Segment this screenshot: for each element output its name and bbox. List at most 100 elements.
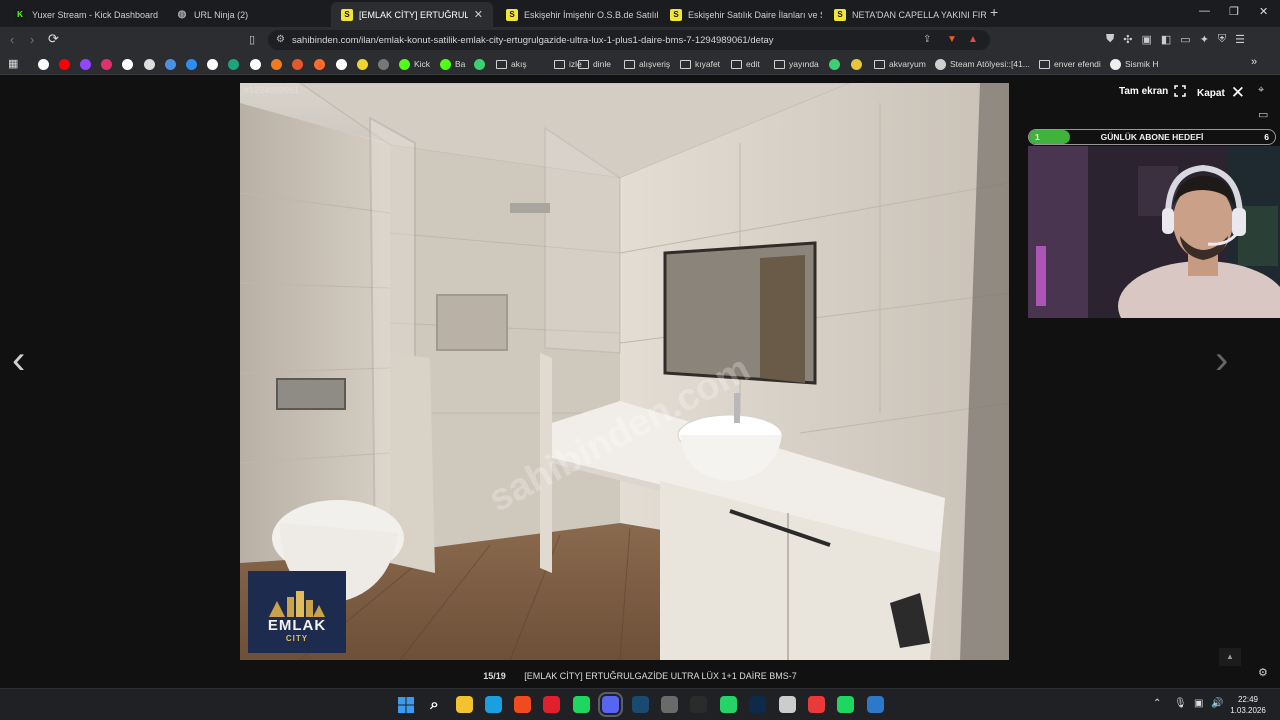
brave-rewards-icon[interactable]: ▲ [968, 34, 978, 45]
shield-icon[interactable]: ⛊ [1106, 33, 1114, 46]
epic-games-icon[interactable] [690, 696, 707, 713]
leo-icon[interactable]: ✦ [1200, 33, 1209, 46]
search-icon[interactable]: ⌕ [426, 696, 443, 713]
bookmark-alışveriş[interactable]: alışveriş [624, 57, 670, 71]
forward-icon[interactable]: › [30, 32, 34, 47]
bookmark-play[interactable] [186, 57, 197, 71]
bookmark-dinle[interactable]: dinle [578, 57, 611, 71]
tray-overflow-icon[interactable]: ⌃ [1153, 698, 1161, 709]
bookmark-sismik-h[interactable]: Sismik H [1110, 57, 1159, 71]
bookmark-q[interactable] [829, 57, 840, 71]
bookmark-label: edit [746, 59, 760, 69]
spotify-alt-icon[interactable] [837, 696, 854, 713]
tab-url-ninja[interactable]: ◍ URL Ninja (2) [166, 2, 328, 27]
listing-photo[interactable]: sahibinden.com EMLAK CITY [240, 83, 1009, 660]
tab-title: Eskişehir Satılık Daire İlanları ve Satı… [688, 9, 822, 20]
fullscreen-button[interactable]: Tam ekran [1119, 85, 1187, 97]
close-window-icon[interactable]: ✕ [1259, 5, 1268, 18]
picture-in-picture-icon[interactable]: ▭ [1258, 108, 1268, 121]
brave-icon[interactable] [514, 696, 531, 713]
volume-icon[interactable]: 🔊 [1211, 698, 1223, 709]
file-explorer-icon[interactable] [456, 696, 473, 713]
edge-icon[interactable] [485, 696, 502, 713]
microphone-icon[interactable]: 🎙 [1174, 698, 1187, 709]
pin-icon[interactable]: ⌖ [1258, 84, 1264, 97]
vpn-icon[interactable]: ⛨ [1218, 33, 1226, 46]
photoshop-icon[interactable] [749, 696, 766, 713]
bookmark-github[interactable] [144, 57, 155, 71]
wallet-icon[interactable]: ▭ [1180, 33, 1190, 46]
opera-icon[interactable] [543, 696, 560, 713]
bookmark-note[interactable] [357, 57, 368, 71]
bookmark-label: Steam Atölyesi::[41... [950, 59, 1030, 69]
close-viewer-button[interactable]: Kapat ✕ [1197, 83, 1245, 103]
taskbar-clock[interactable]: 22:49 1.03.2026 [1228, 694, 1268, 716]
bookmark-youtube[interactable] [59, 57, 70, 71]
calculator-icon[interactable] [661, 696, 678, 713]
settings-app-icon[interactable] [867, 696, 884, 713]
bookmark-ba[interactable]: Ba [440, 57, 465, 71]
bookmark-kıyafet[interactable]: kıyafet [680, 57, 720, 71]
bookmark-bird[interactable] [378, 57, 389, 71]
bookmark-disk[interactable] [250, 57, 261, 71]
scroll-up-button[interactable]: ▲ [1219, 648, 1241, 666]
steam-icon[interactable] [632, 696, 649, 713]
bookmark-twitch[interactable] [80, 57, 91, 71]
bathroom-photo [240, 83, 1009, 660]
spotify-icon[interactable] [573, 696, 590, 713]
bookmark-google[interactable] [38, 57, 49, 71]
bookmark-yellow[interactable] [851, 57, 862, 71]
bookmark-hb[interactable] [271, 57, 282, 71]
tab-neta-capella[interactable]: S NETA'DAN CAPELLA YAKINI FIRSAT D [824, 2, 986, 27]
media-icon[interactable]: ▣ [1141, 33, 1151, 46]
menu-icon[interactable]: ☰ [1235, 33, 1245, 46]
next-photo-arrow[interactable]: › [1215, 338, 1228, 383]
previous-photo-arrow[interactable]: ‹ [12, 338, 25, 383]
bookmark-kick[interactable]: Kick [399, 57, 430, 71]
restore-icon[interactable]: ❐ [1229, 5, 1239, 18]
folder-icon [774, 59, 785, 69]
share-icon[interactable]: ⇪ [923, 34, 931, 45]
bookmark-amazon[interactable] [336, 57, 347, 71]
settings-icon[interactable]: ⚙ [1258, 666, 1268, 679]
bookmark-yayında[interactable]: yayında [774, 57, 819, 71]
bookmarks-overflow-icon[interactable]: » [1251, 56, 1257, 68]
app-icon[interactable] [808, 696, 825, 713]
new-tab-button[interactable]: + [990, 4, 998, 20]
bookmark-x[interactable] [122, 57, 133, 71]
whatsapp-icon[interactable] [720, 696, 737, 713]
bookmark-misc[interactable] [228, 57, 239, 71]
sidebar-icon[interactable]: ◧ [1161, 33, 1171, 46]
back-icon[interactable]: ‹ [10, 32, 14, 47]
bookmark-w[interactable] [207, 57, 218, 71]
tab-satilik-daire[interactable]: S Eskişehir Satılık Daire İlanları ve Sa… [660, 2, 822, 27]
discord-icon[interactable] [598, 692, 623, 717]
site-info-icon[interactable]: ⚙ [276, 34, 285, 45]
twitch-icon [80, 58, 91, 70]
bookmark-instagram[interactable] [101, 57, 112, 71]
bookmark-m[interactable] [314, 57, 325, 71]
bookmark-circle[interactable] [292, 57, 303, 71]
bookmark-edit[interactable]: edit [731, 57, 760, 71]
chrome-icon[interactable] [779, 696, 796, 713]
apps-grid-icon[interactable]: ▦ [8, 57, 18, 70]
puzzle-icon[interactable]: ✣ [1123, 33, 1132, 46]
address-bar[interactable]: ⚙ sahibinden.com/ilan/emlak-konut-satili… [268, 30, 990, 50]
reload-icon[interactable]: ⟳ [48, 31, 59, 47]
bookmark-cloud[interactable] [165, 57, 176, 71]
bookmark-label: kıyafet [695, 59, 721, 69]
tab-close-icon[interactable]: ✕ [474, 8, 483, 21]
bookmark-enver-efendi[interactable]: enver efendi [1039, 57, 1101, 71]
bookmark-steam-atölyesi-41-[interactable]: Steam Atölyesi::[41... [935, 57, 1030, 71]
bookmark-page-icon[interactable]: ▯ [249, 33, 255, 46]
bookmark-akış[interactable]: akış [496, 57, 527, 71]
windows-start-icon[interactable] [397, 696, 414, 713]
tab-kick-dashboard[interactable]: K Yuxer Stream - Kick Dashboard [4, 2, 164, 27]
tab-osb-satilik[interactable]: S Eskişehir İmişehir O.S.B.de Satılık Fa… [496, 2, 658, 27]
brave-shield-icon[interactable]: ▼ [947, 34, 957, 45]
bookmark-akvaryum[interactable]: akvaryum [874, 57, 926, 71]
minimize-icon[interactable]: — [1199, 5, 1210, 17]
tab-emlak-city[interactable]: S [EMLAK CİTY] ERTUĞRULGAZİDE ✕ [331, 2, 493, 27]
bookmark-green-circle[interactable] [474, 57, 485, 71]
display-icon[interactable]: ▣ [1194, 698, 1203, 709]
